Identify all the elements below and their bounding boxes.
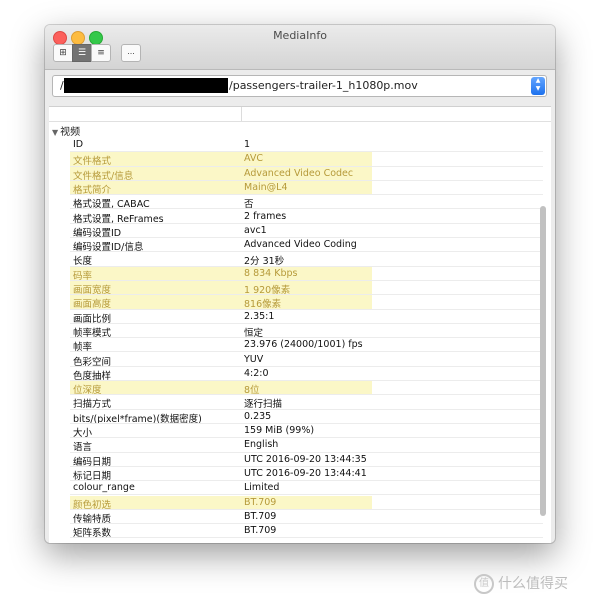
property-value: Advanced Video Coding <box>244 239 357 251</box>
property-value: 0.235 <box>244 410 272 422</box>
text-list-icon: ≡ <box>97 48 105 58</box>
table-row[interactable]: 画面高度 816像素 <box>49 295 543 310</box>
mediainfo-window: MediaInfo ⊞ ☰ ≡ ... / /passengers-traile… <box>45 25 555 543</box>
row-highlight <box>70 180 372 196</box>
file-name: /passengers-trailer-1_h1080p.mov <box>229 79 418 92</box>
table-row[interactable]: 画面宽度 1 920像素 <box>49 281 543 296</box>
table-row[interactable]: 扫描方式 逐行扫描 <box>49 395 543 410</box>
row-highlight <box>70 266 372 281</box>
table-row[interactable]: 颜色初选 BT.709 <box>49 495 543 511</box>
property-value: 159 MiB (99%) <box>244 425 315 436</box>
tree-list-icon: ☰ <box>77 48 87 58</box>
table-row[interactable]: 编码设置ID/信息 Advanced Video Coding <box>49 238 543 253</box>
header-divider <box>49 121 551 122</box>
row-highlight <box>70 381 372 396</box>
row-separator <box>70 537 543 539</box>
table-row[interactable]: 色度抽样 4:2:0 <box>49 367 543 382</box>
table-row[interactable]: 格式设置, ReFrames 2 frames <box>49 210 543 225</box>
property-value: BT.709 <box>244 510 277 522</box>
property-value: 23.976 (24000/1001) fps <box>244 339 363 351</box>
redacted-path <box>64 78 228 93</box>
table-row[interactable]: 位深度 8位 <box>49 381 543 396</box>
row-highlight <box>70 295 372 310</box>
property-value: 8 834 Kbps <box>244 267 298 279</box>
table-row[interactable]: 格式设置, CABAC 否 <box>49 195 543 210</box>
info-tree-view[interactable]: ▼ 视频 ID 1 文件格式 AVC 文件格式/信息 Advanced Video Code… <box>49 106 551 543</box>
table-row[interactable]: 码率 8 834 Kbps <box>49 266 543 282</box>
property-value: AVC <box>244 153 264 165</box>
property-value: English <box>244 439 279 451</box>
property-value: BT.709 <box>244 496 277 508</box>
view-text-button[interactable]: ≡ <box>91 44 111 62</box>
watermark-text: 什么值得买 <box>498 576 568 592</box>
property-value: 2.35:1 <box>244 310 275 322</box>
property-value: Main@L4 <box>244 181 288 193</box>
property-value: 1 <box>244 139 251 150</box>
table-row[interactable]: 编码日期 UTC 2016-09-20 13:44:35 <box>49 453 543 468</box>
vertical-scrollbar[interactable] <box>540 206 546 516</box>
table-row[interactable]: 文件格式 AVC <box>49 152 543 167</box>
table-row[interactable]: bits/(pixel*frame)(数据密度) 0.235 <box>49 410 543 425</box>
table-row[interactable]: 帧率模式 恒定 <box>49 324 543 339</box>
property-value: 2 frames <box>244 210 287 222</box>
row-highlight <box>70 495 372 510</box>
table-row[interactable]: 色彩空间 YUV <box>49 353 543 368</box>
file-select[interactable]: / /passengers-trailer-1_h1080p.mov ▲ ▼ <box>52 75 547 97</box>
table-row[interactable]: 标记日期 UTC 2016-09-20 13:44:41 <box>49 467 543 482</box>
property-value: UTC 2016-09-20 13:44:41 <box>244 467 367 479</box>
table-row[interactable]: 画面比例 2.35:1 <box>49 310 543 325</box>
property-value: Limited <box>244 482 280 494</box>
property-value: BT.709 <box>244 525 277 537</box>
table-row[interactable]: colour_range Limited <box>49 481 543 496</box>
table-row[interactable]: 文件格式/信息 Advanced Video Codec <box>49 166 543 182</box>
window-title: MediaInfo <box>273 29 327 42</box>
property-value: Advanced Video Codec <box>244 167 354 179</box>
section-label: 视频 <box>60 127 81 138</box>
table-row[interactable]: 格式简介 Main@L4 <box>49 180 543 196</box>
column-divider[interactable] <box>241 107 242 122</box>
column-header <box>49 107 551 122</box>
row-highlight <box>70 152 372 167</box>
table-row[interactable]: 帧率 23.976 (24000/1001) fps <box>49 338 543 353</box>
table-row[interactable]: 大小 159 MiB (99%) <box>49 424 543 439</box>
property-name: ID <box>73 139 84 150</box>
more-button[interactable]: ... <box>121 44 141 62</box>
view-tree-button[interactable]: ☰ <box>72 44 92 62</box>
property-value: UTC 2016-09-20 13:44:35 <box>244 453 367 465</box>
table-row[interactable]: 编码设置ID avc1 <box>49 224 543 239</box>
property-value: avc1 <box>244 224 267 236</box>
grid-icon: ⊞ <box>59 48 67 58</box>
table-row[interactable]: 长度 2分 31秒 <box>49 252 543 267</box>
row-highlight <box>70 281 372 296</box>
section-video[interactable]: ▼ 视频 <box>52 123 81 138</box>
property-value: YUV <box>244 353 264 365</box>
disclosure-triangle-icon[interactable]: ▼ <box>52 128 58 137</box>
title-bar: MediaInfo ⊞ ☰ ≡ ... <box>45 25 555 70</box>
table-row[interactable]: 传输特质 BT.709 <box>49 510 543 525</box>
select-stepper-icon[interactable]: ▲ ▼ <box>531 77 545 95</box>
table-row[interactable]: 语言 English <box>49 438 543 453</box>
table-row[interactable]: 矩阵系数 BT.709 <box>49 524 543 539</box>
table-row[interactable]: ID 1 <box>49 138 543 153</box>
view-grid-button[interactable]: ⊞ <box>53 44 73 62</box>
watermark: 值什么值得买 <box>474 573 568 594</box>
property-value: 4:2:0 <box>244 367 269 379</box>
property-name: colour_range <box>73 482 135 494</box>
watermark-logo: 值 <box>474 574 494 594</box>
